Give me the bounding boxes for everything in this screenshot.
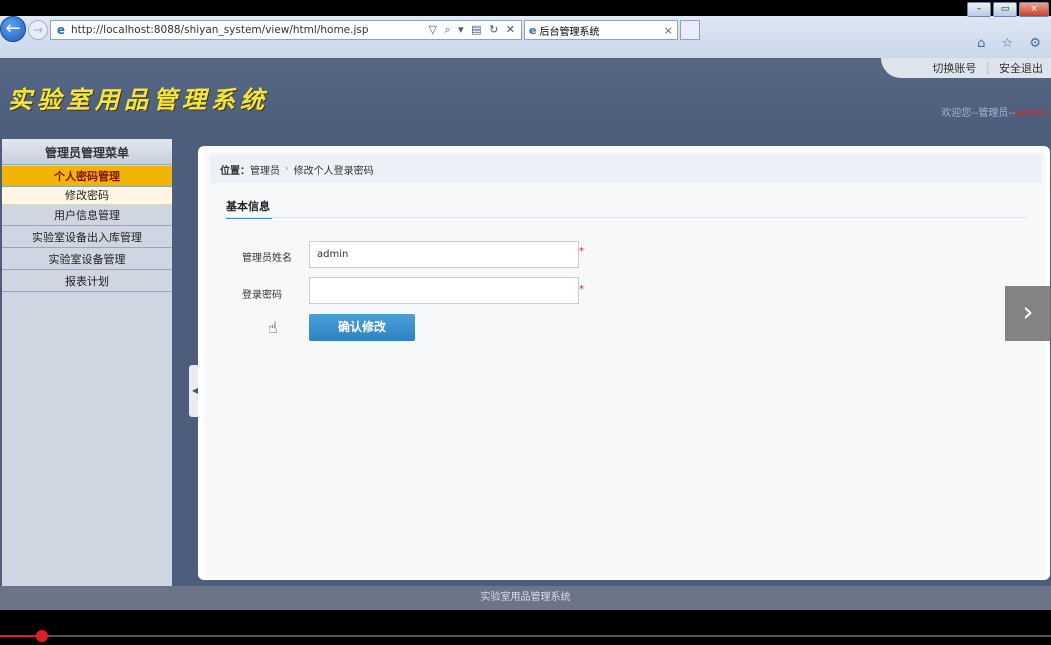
close-window-button[interactable]: × [1019, 2, 1049, 17]
breadcrumb-separator: › [285, 164, 289, 174]
sidebar-item-equipment-inout[interactable]: 实验室设备出入库管理 [2, 227, 172, 248]
browser-right-icons[interactable]: ⌂ ☆ ⚙ [977, 36, 1047, 51]
breadcrumb-item: 修改个人登录密码 [293, 165, 374, 177]
section-title: 基本信息 [226, 198, 272, 219]
breadcrumb-prefix: 位置： [220, 165, 250, 177]
header-links: 切换账号 ┊ 安全退出 [881, 58, 1051, 78]
password-label: 登录密码 [242, 290, 282, 301]
admin-name-input[interactable] [309, 241, 579, 268]
hand-cursor-icon: ☝ [268, 318, 278, 337]
tab-title: 后台管理系统 [539, 26, 600, 38]
welcome-prefix: 欢迎您--管理员-- [941, 108, 1016, 119]
required-marker: * [579, 246, 584, 257]
sidebar-item-user-info[interactable]: 用户信息管理 [2, 205, 172, 226]
ie-logo-icon: e [56, 23, 66, 37]
address-bar[interactable]: e http://localhost:8088/shiyan_system/vi… [50, 20, 522, 40]
app-logo: 实验室用品管理系统 [8, 85, 269, 114]
bottom-letterbox [0, 610, 1051, 645]
password-input[interactable] [309, 277, 579, 304]
sidebar-item-report-plan[interactable]: 报表计划 [2, 271, 172, 292]
new-tab-button[interactable] [680, 20, 700, 40]
url-text[interactable]: http://localhost:8088/shiyan_system/view… [71, 24, 429, 36]
required-marker: * [579, 284, 584, 295]
admin-name-label: 管理员姓名 [242, 253, 292, 264]
sidebar-title: 管理员管理菜单 [2, 139, 172, 165]
content-inner [204, 152, 1046, 578]
confirm-change-button[interactable]: 确认修改 [309, 314, 415, 341]
browser-tab[interactable]: e 后台管理系统 × [524, 20, 678, 40]
minimize-button[interactable]: – [967, 2, 991, 17]
logout-link[interactable]: 安全退出 [991, 60, 1051, 76]
welcome-text: 欢迎您--管理员--admin [941, 104, 1047, 119]
address-tools-icons[interactable]: ▽ ⌕ ▾ ▤ ↻ ✕ [429, 23, 521, 37]
welcome-username: admin [1015, 108, 1047, 119]
sidebar-item-change-password[interactable]: 修改密码 [2, 187, 172, 205]
next-chevron-icon[interactable]: › [1005, 286, 1051, 341]
breadcrumb: 位置： 管理员 › 修改个人登录密码 [210, 155, 1042, 183]
video-progress-knob[interactable] [36, 630, 48, 642]
sidebar-item-equipment-management[interactable]: 实验室设备管理 [2, 249, 172, 270]
switch-account-link[interactable]: 切换账号 [924, 60, 984, 76]
restore-button[interactable]: ▭ [993, 2, 1017, 17]
section-divider [224, 217, 1028, 218]
footer: 实验室用品管理系统 [0, 586, 1051, 610]
forward-arrow-icon[interactable]: → [28, 20, 48, 40]
sidebar-item-password-management[interactable]: 个人密码管理 [2, 166, 172, 187]
link-divider: ┊ [984, 61, 991, 75]
tab-ie-icon: e [529, 23, 537, 37]
tab-close-icon[interactable]: × [664, 24, 673, 37]
window-controls: – ▭ × [967, 2, 1049, 17]
back-arrow-icon[interactable]: ← [0, 16, 26, 42]
video-progress-track[interactable] [0, 635, 1051, 637]
breadcrumb-item[interactable]: 管理员 [250, 162, 280, 177]
top-letterbox [0, 0, 1051, 16]
